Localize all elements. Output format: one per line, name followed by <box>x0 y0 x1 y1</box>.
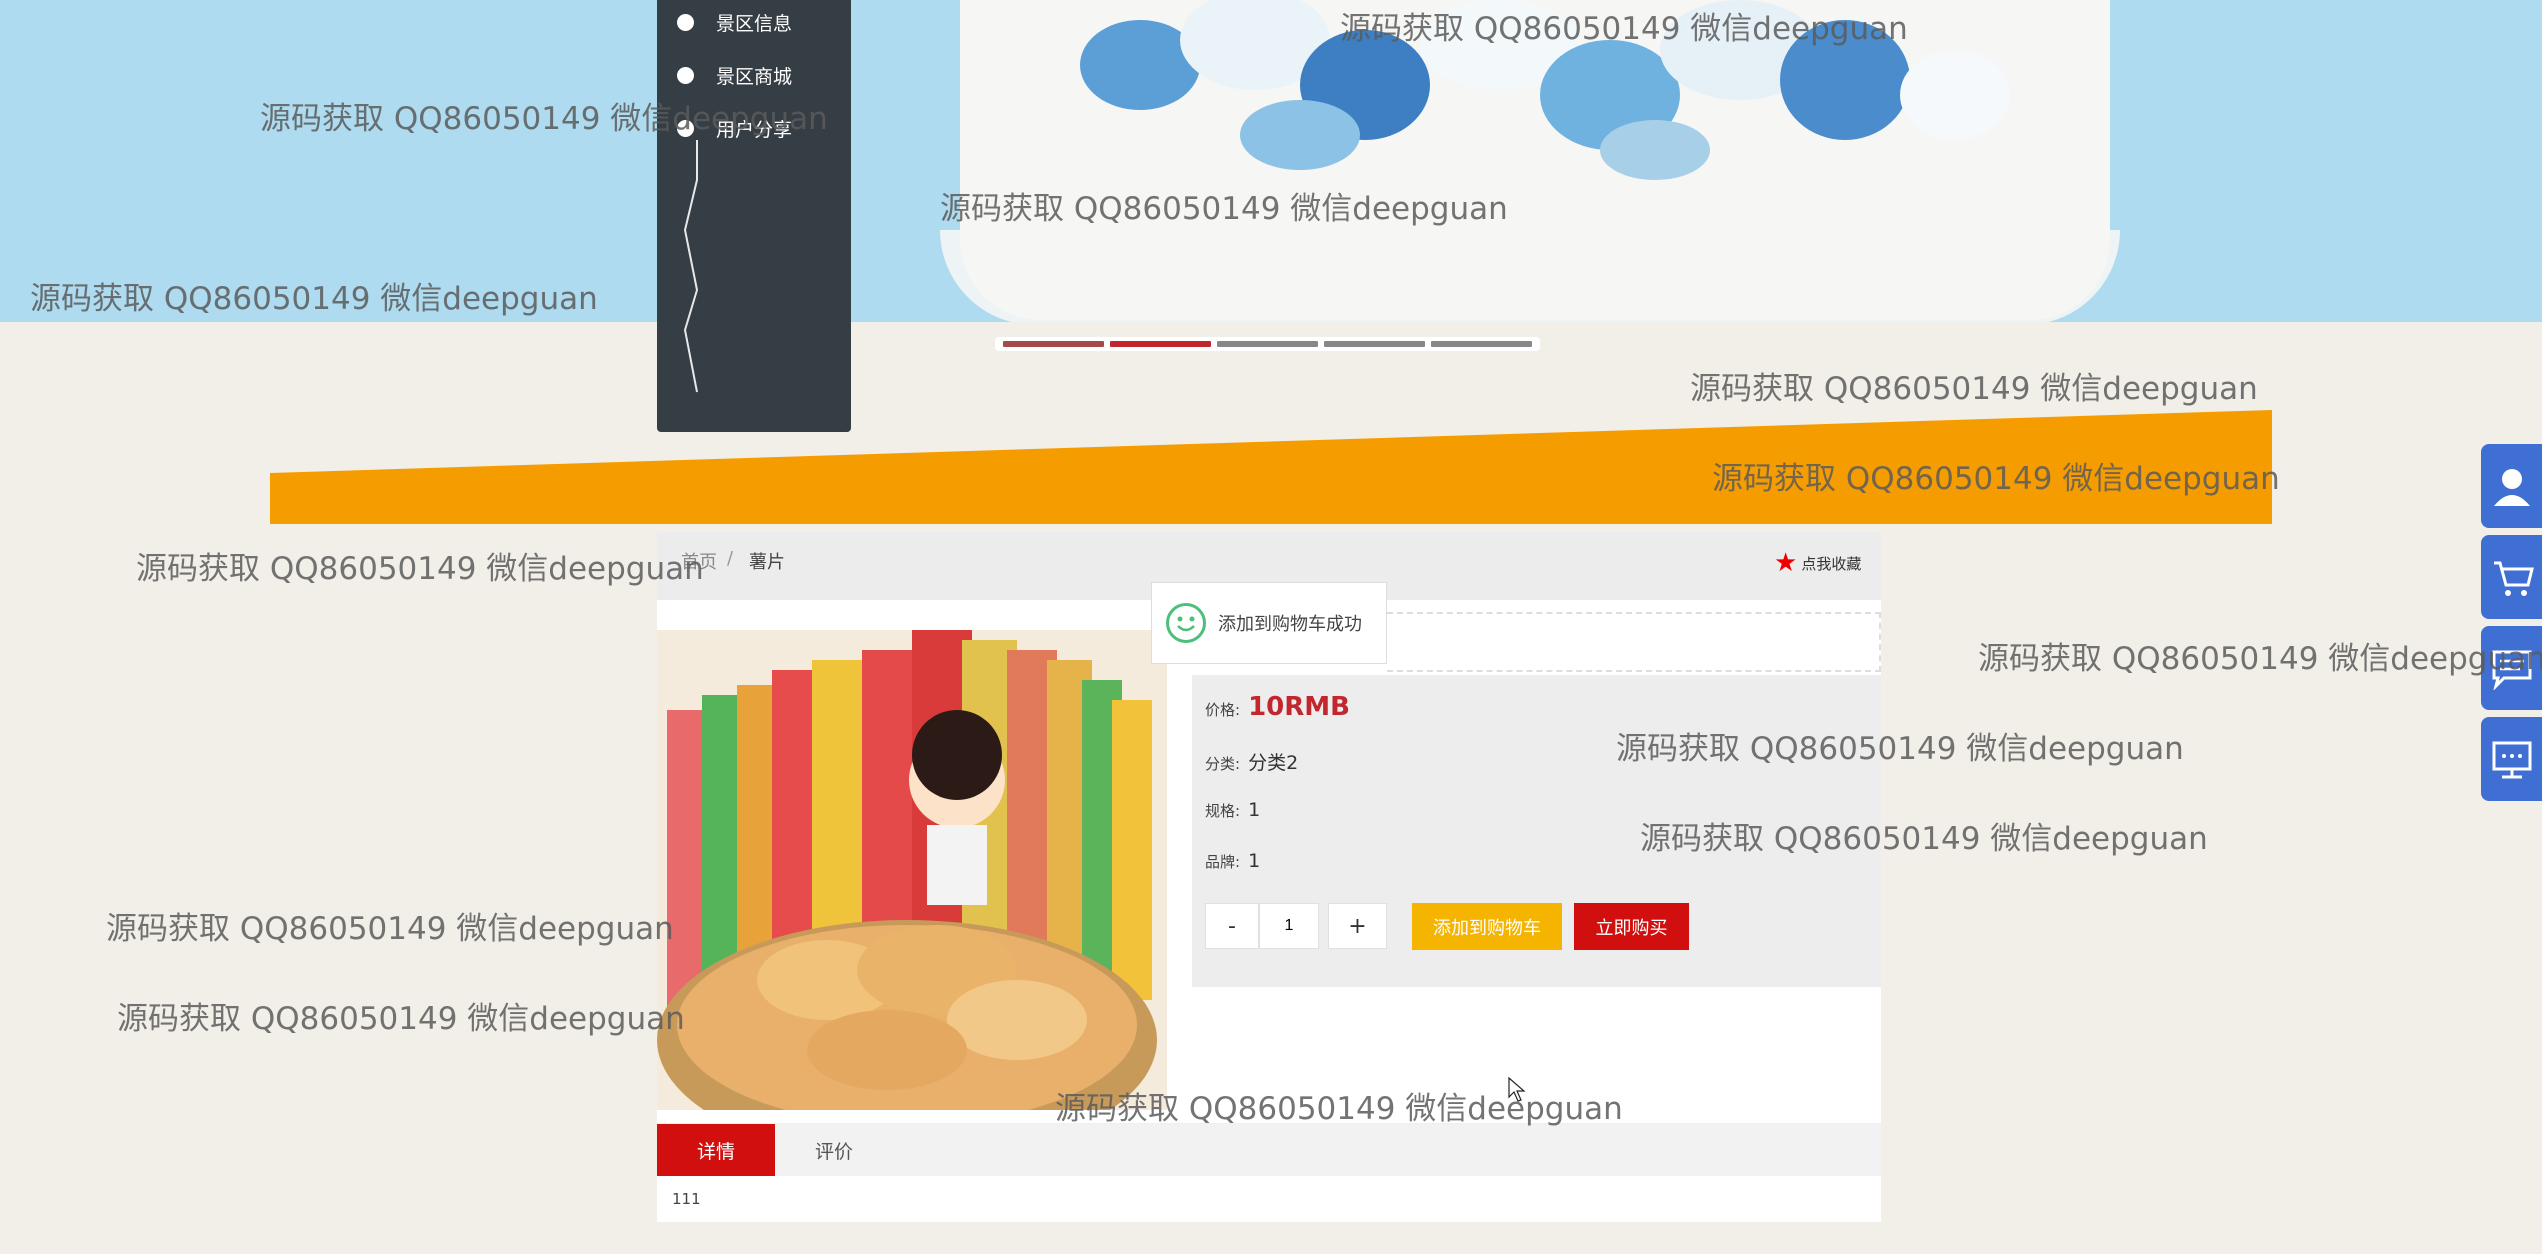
carousel-indicators <box>995 337 1540 351</box>
watermark-text: 源码获取 QQ86050149 微信deepguan <box>1640 821 2208 857</box>
watermark-text: 源码获取 QQ86050149 微信deepguan <box>260 101 828 137</box>
nav-item-scenic-mall[interactable]: 景区商城 <box>677 60 792 90</box>
favorite-button[interactable]: ★ 点我收藏 <box>1774 548 1861 578</box>
toast-message: 添加到购物车成功 <box>1218 614 1362 635</box>
nav-bullet-icon <box>677 13 694 31</box>
add-to-cart-toast: 添加到购物车成功 <box>1151 582 1387 664</box>
nav-item-label: 景区信息 <box>716 12 793 35</box>
nav-bullet-icon <box>677 66 694 84</box>
watermark-text: 源码获取 QQ86050149 微信deepguan <box>1712 461 2280 497</box>
nav-item-scenic-info[interactable]: 景区信息 <box>677 7 792 37</box>
spec-label: 规格: <box>1205 802 1241 820</box>
smile-icon <box>1166 603 1206 643</box>
favorite-label: 点我收藏 <box>1801 554 1862 573</box>
service-float-button[interactable] <box>2481 717 2542 801</box>
buy-now-button[interactable]: 立即购买 <box>1574 903 1689 950</box>
monitor-icon <box>2492 741 2531 779</box>
product-image <box>657 630 1167 1110</box>
price-value: 10RMB <box>1248 692 1350 722</box>
add-to-cart-button[interactable]: 添加到购物车 <box>1412 903 1562 950</box>
detail-content: 111 <box>657 1176 1881 1222</box>
watermark-text: 源码获取 QQ86050149 微信deepguan <box>106 911 674 947</box>
watermark-text: 源码获取 QQ86050149 微信deepguan <box>1690 371 2258 407</box>
breadcrumb-separator: / <box>727 548 734 569</box>
category-row: 分类: 分类2 <box>1205 748 1298 775</box>
brand-label: 品牌: <box>1205 853 1241 871</box>
watermark-text: 源码获取 QQ86050149 微信deepguan <box>117 1001 685 1037</box>
tab-details[interactable]: 详情 <box>657 1124 775 1176</box>
user-center-button[interactable] <box>2481 444 2542 528</box>
quantity-plus-button[interactable]: + <box>1328 903 1387 949</box>
toast-dashed-border <box>1387 612 1881 672</box>
carousel-dot-active[interactable] <box>1110 341 1211 347</box>
carousel-dot[interactable] <box>1003 341 1104 347</box>
breadcrumb-current: 薯片 <box>749 552 785 573</box>
tab-reviews[interactable]: 评价 <box>775 1124 893 1176</box>
detail-text: 111 <box>672 1190 701 1208</box>
user-icon <box>2493 469 2530 506</box>
price-label: 价格: <box>1205 701 1241 719</box>
watermark-text: 源码获取 QQ86050149 微信deepguan <box>1978 641 2542 677</box>
spec-row: 规格: 1 <box>1205 799 1260 821</box>
carousel-dot[interactable] <box>1217 341 1318 347</box>
spec-value: 1 <box>1248 799 1261 821</box>
quantity-minus-button[interactable]: - <box>1205 903 1259 949</box>
brand-value: 1 <box>1248 850 1261 872</box>
cart-float-button[interactable] <box>2481 535 2542 619</box>
watermark-text: 源码获取 QQ86050149 微信deepguan <box>940 191 1508 227</box>
watermark-text: 源码获取 QQ86050149 微信deepguan <box>30 281 598 317</box>
category-value: 分类2 <box>1248 752 1299 774</box>
nav-item-label: 景区商城 <box>716 65 793 88</box>
category-label: 分类: <box>1205 755 1241 773</box>
mouse-cursor-icon <box>1508 1077 1526 1102</box>
carousel-dot[interactable] <box>1324 341 1425 347</box>
watermark-text: 源码获取 QQ86050149 微信deepguan <box>1340 11 1908 47</box>
watermark-text: 源码获取 QQ86050149 微信deepguan <box>1055 1091 1623 1127</box>
nav-decorative-line <box>683 140 699 393</box>
price-row: 价格: 10RMB <box>1205 692 1350 722</box>
watermark-text: 源码获取 QQ86050149 微信deepguan <box>1616 731 2184 767</box>
watermark-text: 源码获取 QQ86050149 微信deepguan <box>136 551 704 587</box>
brand-row: 品牌: 1 <box>1205 850 1260 872</box>
side-navigation: 景区信息 景区商城 用户分享 <box>657 0 851 432</box>
carousel-dot[interactable] <box>1431 341 1532 347</box>
cart-icon <box>2493 561 2534 596</box>
quantity-input[interactable] <box>1259 903 1319 949</box>
star-icon: ★ <box>1774 548 1798 578</box>
